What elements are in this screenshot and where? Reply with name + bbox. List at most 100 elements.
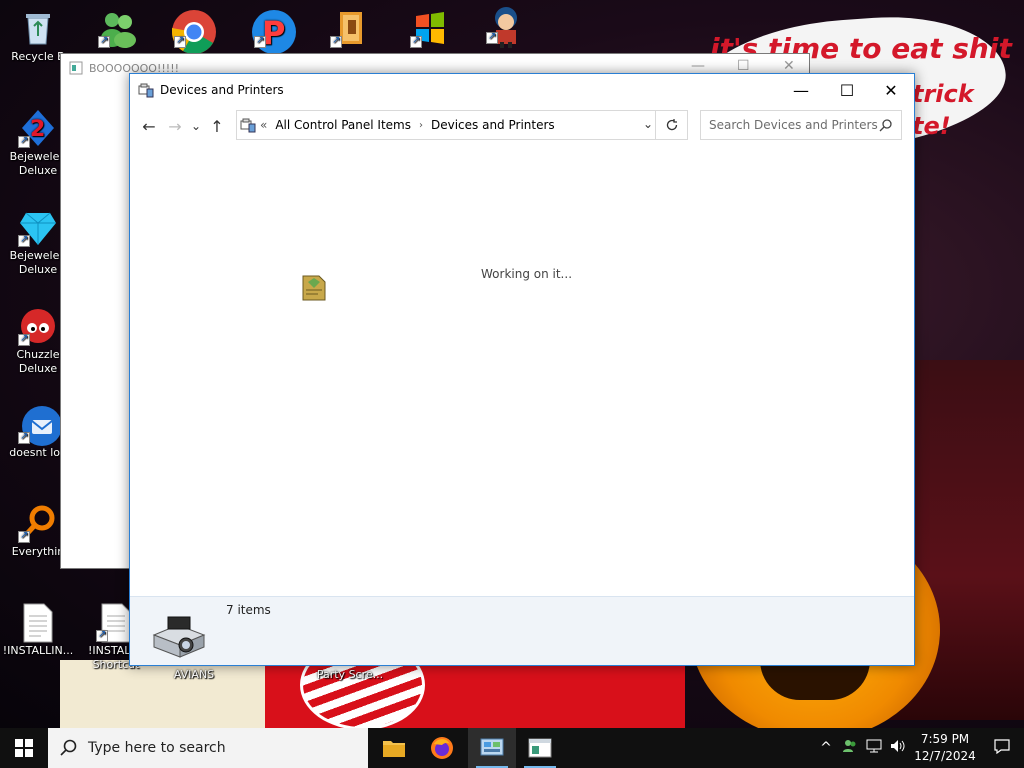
desktop-icon-folder-app[interactable] bbox=[312, 8, 388, 50]
shortcut-arrow-icon bbox=[330, 34, 342, 48]
forward-button[interactable]: → bbox=[162, 113, 188, 139]
desktop-icon-label: Everythin bbox=[11, 545, 65, 558]
background-close-button[interactable]: ✕ bbox=[783, 58, 795, 74]
desktop-icon-label: AVIANS bbox=[173, 668, 215, 681]
camera-printer-icon bbox=[152, 616, 206, 658]
recent-locations-button[interactable]: ⌄ bbox=[188, 113, 204, 139]
search-icon[interactable] bbox=[879, 118, 893, 132]
bejeweled-gem-icon bbox=[18, 207, 58, 247]
close-button[interactable]: ✕ bbox=[868, 74, 914, 106]
desktop-icon-windows-logo[interactable] bbox=[392, 8, 468, 50]
thunderbird-icon bbox=[18, 404, 62, 446]
navigation-bar: ← → ⌄ ↑ « All Control Panel Items › Devi… bbox=[130, 106, 914, 146]
shortcut-arrow-icon bbox=[486, 30, 498, 44]
maximize-button[interactable]: ☐ bbox=[824, 74, 870, 106]
shortcut-arrow-icon bbox=[18, 529, 30, 543]
devices-printers-icon bbox=[138, 83, 154, 98]
character-game-icon bbox=[486, 4, 526, 48]
notification-icon bbox=[994, 739, 1010, 755]
wallpaper-text-line-3: te! bbox=[912, 112, 951, 140]
everything-search-icon bbox=[18, 503, 58, 543]
desktop-icon-messenger[interactable] bbox=[80, 8, 156, 50]
tray-overflow-chevron-icon[interactable]: ^ bbox=[814, 740, 838, 756]
refresh-icon bbox=[666, 119, 677, 131]
taskbar-control-panel[interactable] bbox=[468, 728, 516, 768]
system-tray: ^ 7:59 PM 12/7/2024 bbox=[814, 728, 1024, 768]
devices-and-printers-window[interactable]: Devices and Printers — ☐ ✕ ← → ⌄ ↑ « All… bbox=[129, 73, 915, 666]
taskbar: Type here to search ^ 7:59 PM 12/7/2024 bbox=[0, 728, 1024, 768]
clock-date: 12/7/2024 bbox=[914, 749, 976, 763]
chuzzle-icon bbox=[18, 306, 58, 346]
chrome-icon bbox=[172, 8, 216, 54]
recycle-bin-icon bbox=[18, 8, 58, 48]
window-title: Devices and Printers bbox=[160, 83, 284, 97]
shortcut-arrow-icon bbox=[18, 430, 30, 444]
shortcut-arrow-icon bbox=[254, 34, 266, 48]
desktop-icon-character-game[interactable] bbox=[468, 4, 544, 48]
shortcut-arrow-icon bbox=[174, 34, 186, 48]
firefox-icon bbox=[431, 737, 453, 759]
wallpaper-text-line-2: trick bbox=[912, 80, 974, 108]
taskbar-window-app[interactable] bbox=[516, 728, 564, 768]
loading-folder-icon bbox=[302, 275, 326, 301]
volume-icon[interactable] bbox=[886, 739, 910, 757]
desktop-icon-label: Bejeweled Deluxe bbox=[9, 249, 67, 276]
folder-app-icon bbox=[330, 8, 370, 48]
clock[interactable]: 7:59 PM 12/7/2024 bbox=[910, 731, 980, 765]
window-app-icon bbox=[528, 738, 552, 758]
breadcrumb-separator-icon[interactable]: › bbox=[419, 120, 423, 131]
search-box[interactable]: Search Devices and Printers bbox=[700, 110, 902, 140]
p-app-icon: P bbox=[252, 8, 296, 54]
back-button[interactable]: ← bbox=[136, 113, 162, 139]
desktop-icon-label: Recycle B bbox=[11, 50, 65, 63]
start-button[interactable] bbox=[0, 728, 48, 768]
shortcut-arrow-icon bbox=[410, 34, 422, 48]
minimize-button[interactable]: — bbox=[778, 74, 824, 106]
notifications-button[interactable] bbox=[980, 738, 1024, 758]
search-icon bbox=[60, 739, 77, 756]
status-working-text: Working on it... bbox=[481, 267, 573, 281]
shortcut-arrow-icon bbox=[18, 233, 30, 247]
address-bar[interactable]: « All Control Panel Items › Devices and … bbox=[236, 110, 688, 140]
details-pane: 7 items bbox=[130, 596, 914, 665]
text-file-icon bbox=[18, 602, 58, 643]
desktop-icon-label: Bejeweled Deluxe bbox=[9, 150, 67, 177]
address-overflow-button[interactable]: « bbox=[260, 118, 267, 132]
breadcrumb-devices-and-printers[interactable]: Devices and Printers bbox=[431, 118, 555, 132]
address-dropdown-icon[interactable]: ⌄ bbox=[643, 117, 653, 131]
windows-start-icon bbox=[15, 739, 33, 757]
shortcut-arrow-icon bbox=[98, 34, 110, 48]
clock-time: 7:59 PM bbox=[920, 732, 970, 746]
shortcut-arrow-icon bbox=[18, 332, 30, 346]
network-icon[interactable] bbox=[862, 739, 886, 757]
devices-printers-icon bbox=[240, 118, 256, 133]
desktop-icon-chrome[interactable] bbox=[156, 8, 232, 54]
desktop-icon-p-app[interactable]: P bbox=[236, 8, 312, 54]
shortcut-arrow-icon bbox=[96, 628, 108, 642]
background-maximize-button[interactable]: ☐ bbox=[737, 58, 750, 74]
desktop-icon-installing-file[interactable]: !INSTALLIN... bbox=[0, 602, 76, 658]
taskbar-file-explorer[interactable] bbox=[370, 728, 418, 768]
messenger-icon bbox=[98, 8, 138, 48]
folder-icon bbox=[383, 741, 405, 757]
window-titlebar[interactable]: Devices and Printers — ☐ ✕ bbox=[130, 74, 914, 106]
taskbar-search-box[interactable]: Type here to search bbox=[48, 728, 368, 768]
taskbar-search-input[interactable]: Type here to search bbox=[88, 740, 226, 756]
background-minimize-button[interactable]: — bbox=[691, 58, 705, 74]
content-area[interactable]: Working on it... bbox=[130, 146, 914, 596]
breadcrumb-all-control-panel-items[interactable]: All Control Panel Items bbox=[275, 118, 411, 132]
up-button[interactable]: ↑ bbox=[204, 113, 230, 139]
tray-people-icon[interactable] bbox=[838, 739, 862, 757]
search-input[interactable]: Search Devices and Printers bbox=[709, 118, 878, 132]
refresh-button[interactable] bbox=[655, 111, 687, 139]
taskbar-firefox[interactable] bbox=[418, 728, 466, 768]
desktop-icon-label: Chuzzle Deluxe bbox=[16, 348, 60, 375]
window-app-icon bbox=[69, 61, 83, 75]
desktop-icon-label: Party Scre... bbox=[316, 668, 384, 681]
bejeweled-2-icon: 2 bbox=[18, 108, 58, 148]
control-panel-icon bbox=[480, 738, 504, 756]
windows-logo-icon bbox=[410, 8, 450, 48]
desktop-icon-label: !INSTALLIN... bbox=[2, 644, 74, 657]
svg-text:2: 2 bbox=[30, 117, 45, 142]
items-count: 7 items bbox=[226, 603, 271, 617]
